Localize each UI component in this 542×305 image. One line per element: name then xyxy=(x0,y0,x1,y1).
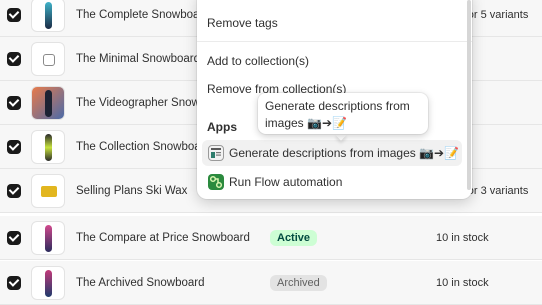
product-name[interactable]: Selling Plans Ski Wax xyxy=(76,185,187,197)
inventory-text: 10 in stock xyxy=(436,231,489,244)
status-badge: Active xyxy=(270,229,318,246)
row-checkbox[interactable] xyxy=(7,139,21,154)
tooltip-line: images 📷➔📝 xyxy=(265,116,347,130)
tooltip: Generate descriptions from images 📷➔📝 xyxy=(258,93,428,134)
row-checkbox[interactable] xyxy=(7,275,21,290)
row-checkbox[interactable] xyxy=(7,51,21,66)
flow-icon xyxy=(208,174,224,190)
product-name[interactable]: The Collection Snowboard xyxy=(76,141,211,153)
table-row[interactable]: The Compare at Price Snowboard Active 10… xyxy=(0,216,542,260)
menu-item-generate-descriptions[interactable]: Generate descriptions from images 📷➔📝 xyxy=(202,140,462,166)
tooltip-line: Generate descriptions from xyxy=(265,99,410,113)
product-name[interactable]: The Archived Snowboard xyxy=(76,277,205,289)
table-row[interactable]: The Archived Snowboard Archived 10 in st… xyxy=(0,261,542,305)
product-name[interactable]: The Compare at Price Snowboard xyxy=(76,232,250,244)
product-thumbnail xyxy=(31,220,65,255)
product-thumbnail xyxy=(31,265,65,300)
product-thumbnail xyxy=(31,85,65,120)
row-checkbox[interactable] xyxy=(7,230,21,245)
menu-item-remove-tags[interactable]: Remove tags xyxy=(207,16,278,30)
menu-item-run-flow[interactable]: Run Flow automation xyxy=(202,169,462,195)
menu-item-add-to-collections[interactable]: Add to collection(s) xyxy=(207,54,309,68)
row-checkbox[interactable] xyxy=(7,7,21,22)
row-checkbox[interactable] xyxy=(7,95,21,110)
product-thumbnail xyxy=(31,0,65,32)
app-label: Run Flow automation xyxy=(229,175,343,189)
menu-scrollbar[interactable] xyxy=(467,0,471,190)
product-thumbnail xyxy=(31,41,65,76)
description-generator-icon xyxy=(208,145,224,161)
product-thumbnail xyxy=(31,173,65,208)
product-name[interactable]: The Complete Snowboard xyxy=(76,9,210,21)
status-badge: Archived xyxy=(270,274,327,291)
product-thumbnail xyxy=(31,129,65,164)
menu-divider xyxy=(197,41,472,42)
apps-heading: Apps xyxy=(207,120,237,134)
app-label: Generate descriptions from images 📷➔📝 xyxy=(229,146,460,160)
inventory-text: 10 in stock xyxy=(436,276,489,289)
row-checkbox[interactable] xyxy=(7,183,21,198)
product-name[interactable]: The Minimal Snowboard xyxy=(76,53,200,65)
